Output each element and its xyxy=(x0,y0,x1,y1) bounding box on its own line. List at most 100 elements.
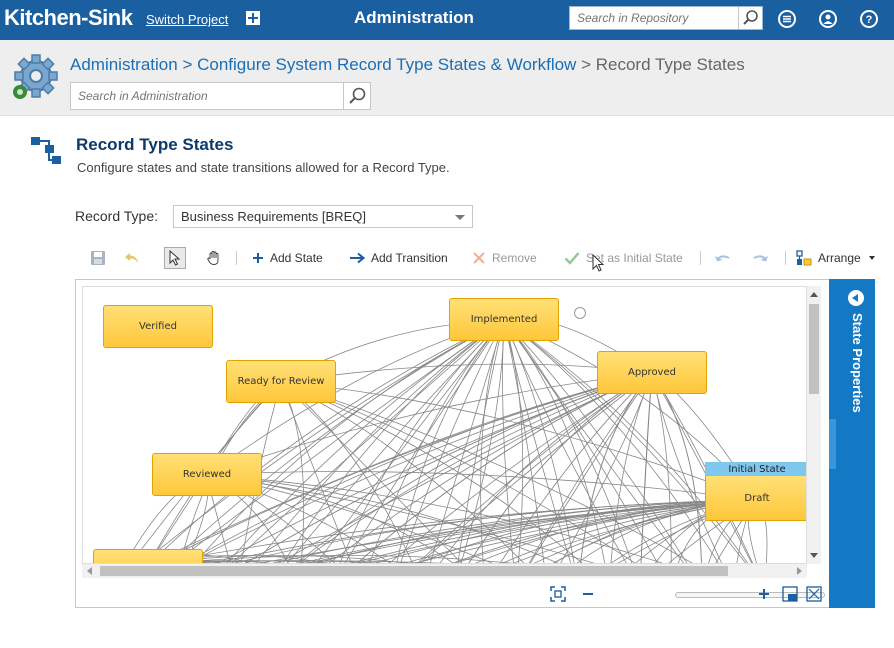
arrow-right-icon xyxy=(350,252,365,264)
repository-search xyxy=(569,6,763,30)
scroll-down-icon[interactable] xyxy=(810,553,818,558)
transition-edge[interactable] xyxy=(651,372,702,564)
scroll-up-icon[interactable] xyxy=(810,292,818,297)
transition-edge[interactable] xyxy=(503,319,578,564)
state-node-partial[interactable] xyxy=(93,549,203,563)
state-properties-panel[interactable]: State Properties xyxy=(829,279,875,608)
state-node-initial[interactable]: Draft xyxy=(705,475,806,521)
breadcrumb-administration[interactable]: Administration xyxy=(70,55,178,74)
back-arrow-icon xyxy=(125,253,138,263)
caret-down-icon xyxy=(868,256,875,260)
page-description: Configure states and state transitions a… xyxy=(77,160,450,175)
zoom-slider-knob[interactable] xyxy=(574,307,586,319)
zoom-in-icon[interactable] xyxy=(758,588,770,600)
transition-edge[interactable] xyxy=(144,319,505,564)
plus-icon xyxy=(253,253,263,263)
transition-edge[interactable] xyxy=(175,319,505,564)
state-label: Implemented xyxy=(470,314,538,325)
horizontal-scrollbar[interactable] xyxy=(82,564,807,578)
state-node[interactable]: Ready for Review xyxy=(226,360,336,403)
state-node[interactable]: Implemented xyxy=(449,298,559,341)
fit-to-view-icon[interactable] xyxy=(550,586,566,602)
state-node[interactable]: Reviewed xyxy=(152,453,262,496)
close-icon xyxy=(473,252,485,264)
vertical-scrollbar[interactable] xyxy=(807,286,821,564)
user-icon[interactable] xyxy=(819,10,837,28)
toolbar-divider xyxy=(785,251,786,265)
state-label: Draft xyxy=(744,492,770,504)
admin-search xyxy=(70,82,371,110)
app-title: Administration xyxy=(354,8,474,27)
search-icon[interactable] xyxy=(738,7,762,29)
state-label: Reviewed xyxy=(182,469,232,480)
state-properties-label: State Properties xyxy=(850,313,865,413)
scroll-thumb[interactable] xyxy=(100,566,728,576)
workflow-icon xyxy=(31,137,63,165)
transition-edge[interactable] xyxy=(280,381,758,501)
pan-tool-button[interactable] xyxy=(206,247,222,269)
pointer-icon xyxy=(169,250,181,266)
transition-edge[interactable] xyxy=(330,372,653,564)
scroll-left-icon[interactable] xyxy=(87,567,92,575)
scroll-right-icon[interactable] xyxy=(797,567,802,575)
transition-edge[interactable] xyxy=(175,497,758,564)
undo-back-button[interactable] xyxy=(124,247,140,269)
breadcrumb-current: Record Type States xyxy=(595,55,745,74)
transition-edge[interactable] xyxy=(330,372,653,564)
transition-edge[interactable] xyxy=(651,372,702,564)
redo-button[interactable] xyxy=(751,247,769,269)
expand-panel-icon[interactable] xyxy=(848,290,864,306)
breadcrumb-configure-workflow[interactable]: Configure System Record Type States & Wo… xyxy=(197,55,576,74)
transition-edge[interactable] xyxy=(516,372,653,564)
zoom-slider[interactable] xyxy=(675,592,825,598)
project-name: Kitchen-Sink xyxy=(4,5,133,30)
search-icon[interactable] xyxy=(343,83,370,109)
state-node[interactable]: Approved xyxy=(597,351,707,394)
top-bar: Kitchen-Sink Switch Project Administrati… xyxy=(0,0,894,40)
redo-icon xyxy=(753,255,768,262)
breadcrumb-separator: > xyxy=(182,55,193,74)
initial-state-tag: Initial State xyxy=(705,462,806,476)
arrange-label: Arrange xyxy=(818,251,861,265)
set-initial-state-button[interactable]: Set as Initial State xyxy=(564,247,683,269)
add-state-button[interactable]: Add State xyxy=(252,247,323,269)
panel-resize-handle[interactable] xyxy=(829,419,836,469)
help-icon[interactable]: ? xyxy=(860,10,878,28)
admin-search-input[interactable] xyxy=(71,83,341,109)
list-icon[interactable] xyxy=(778,10,796,28)
toolbar-divider xyxy=(700,251,701,265)
add-transition-button[interactable]: Add Transition xyxy=(349,247,448,269)
diagram-toolbar: Add State Add Transition Remove Set as I… xyxy=(82,245,882,271)
chevron-down-icon xyxy=(455,215,465,220)
transition-edge[interactable] xyxy=(144,319,505,564)
scroll-thumb[interactable] xyxy=(809,304,819,394)
record-type-select[interactable]: Business Requirements [BREQ] xyxy=(173,205,473,228)
transition-edge[interactable] xyxy=(516,372,653,564)
remove-button[interactable]: Remove xyxy=(472,247,537,269)
fullscreen-icon[interactable] xyxy=(806,586,822,602)
undo-button[interactable] xyxy=(714,247,732,269)
state-label: Approved xyxy=(628,367,676,378)
transition-edge[interactable] xyxy=(206,471,758,502)
toolbar-divider xyxy=(236,251,237,265)
state-diagram-canvas[interactable]: Verified Implemented Ready for Review Ap… xyxy=(82,286,807,564)
add-transition-label: Add Transition xyxy=(371,251,448,265)
state-node[interactable]: Verified xyxy=(103,305,213,348)
transition-edge[interactable] xyxy=(147,319,505,564)
switch-project-link[interactable]: Switch Project xyxy=(146,12,228,27)
add-icon[interactable] xyxy=(246,11,260,25)
zoom-controls xyxy=(550,580,830,606)
state-label: Ready for Review xyxy=(237,376,325,387)
transition-edge[interactable] xyxy=(503,319,578,564)
record-type-value: Business Requirements [BREQ] xyxy=(181,209,366,224)
zoom-out-icon[interactable] xyxy=(582,588,594,600)
save-button[interactable] xyxy=(90,247,106,269)
actual-size-icon[interactable] xyxy=(782,586,798,602)
undo-icon xyxy=(715,255,730,262)
svg-text:?: ? xyxy=(866,14,873,26)
select-tool-button[interactable] xyxy=(164,247,186,269)
arrange-menu-button[interactable]: Arrange xyxy=(796,247,879,269)
diagram-panel: Verified Implemented Ready for Review Ap… xyxy=(75,279,830,608)
repository-search-input[interactable] xyxy=(570,7,738,29)
arrange-icon xyxy=(796,250,812,266)
